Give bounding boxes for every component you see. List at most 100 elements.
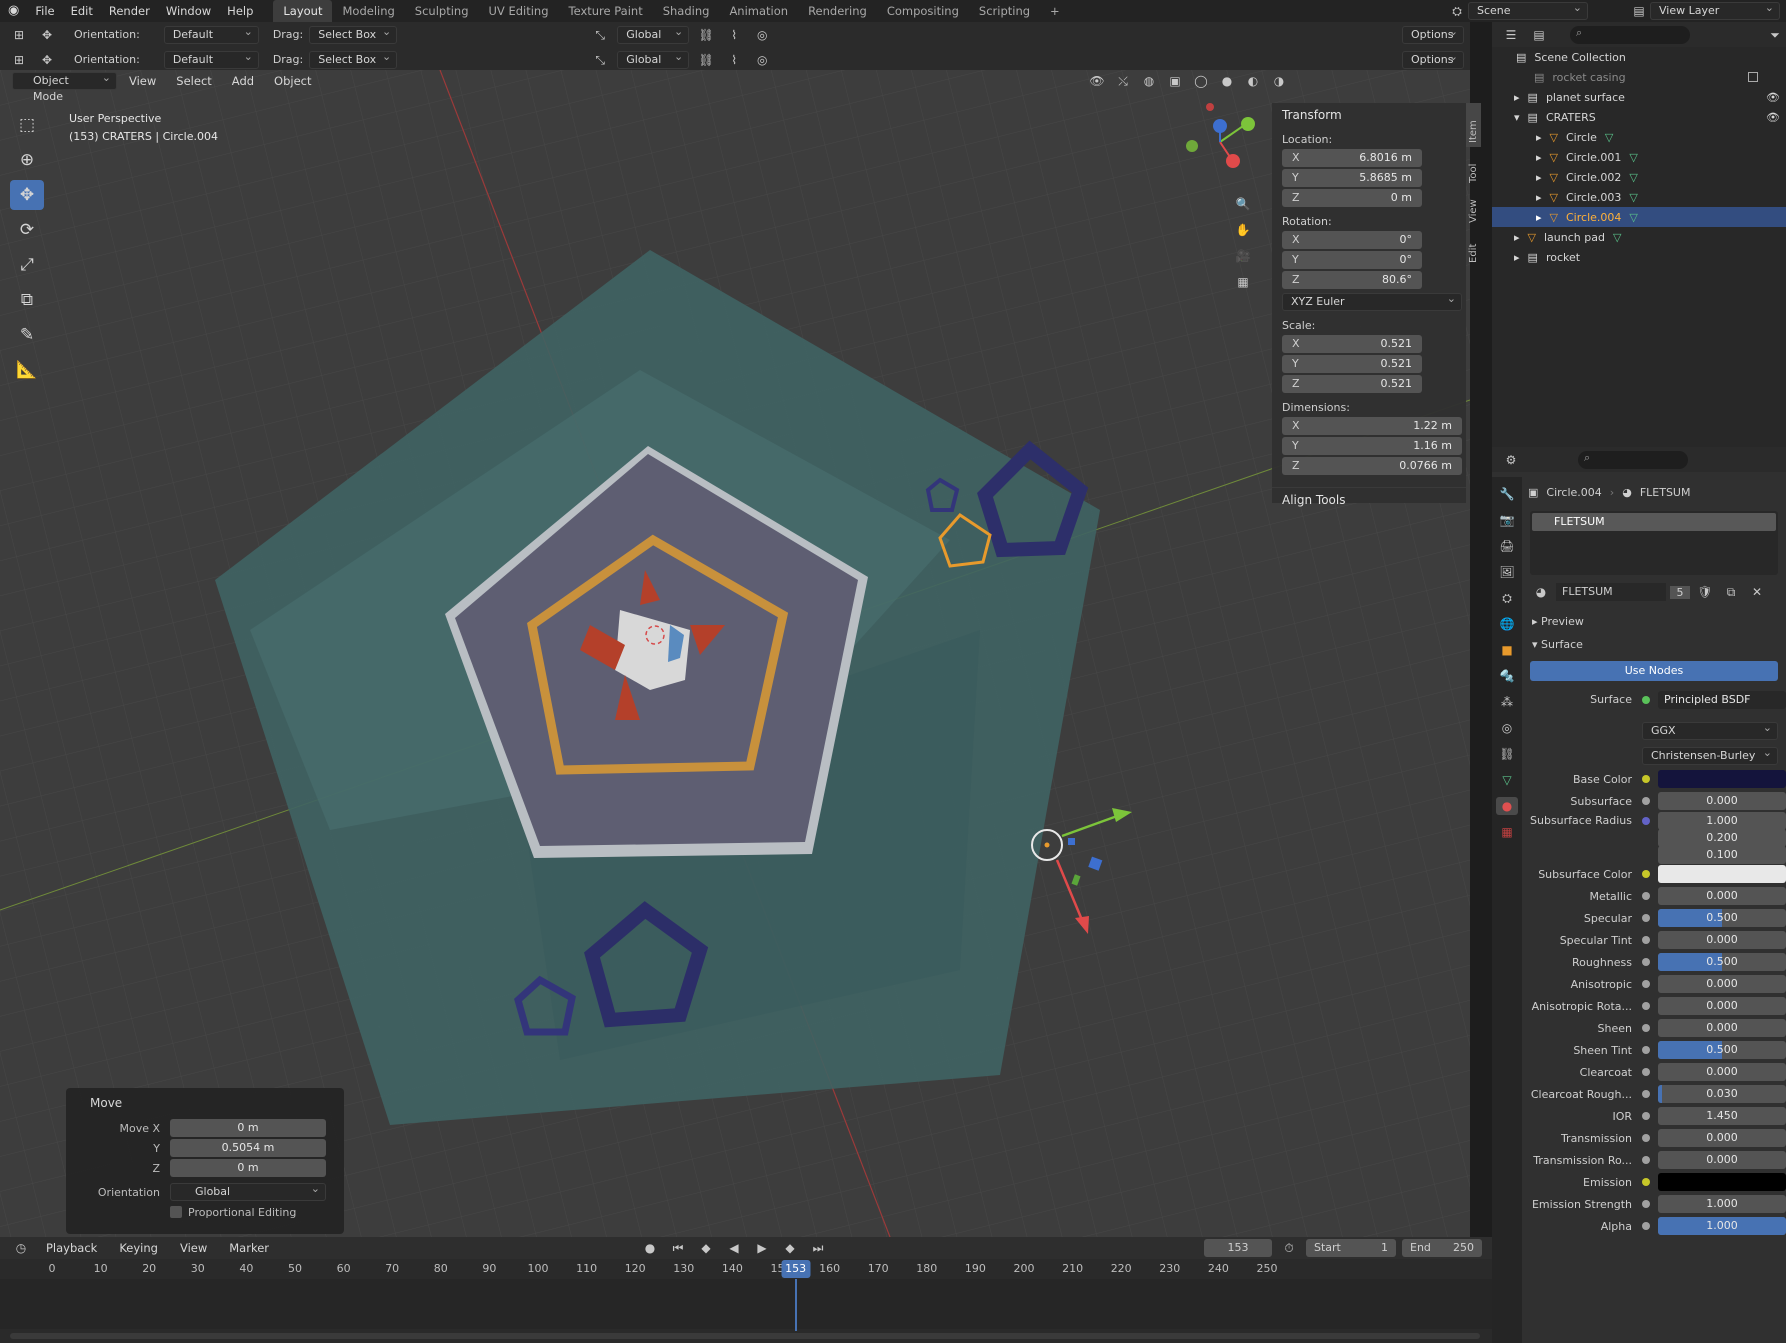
constraints-tab-icon[interactable]: ⛓ bbox=[1496, 745, 1518, 763]
move-orientation-dropdown[interactable]: Global bbox=[170, 1181, 326, 1201]
rotation-x-field[interactable]: X 0° bbox=[1282, 231, 1422, 249]
menu-playback[interactable]: Playback bbox=[38, 1237, 105, 1259]
socket-icon[interactable] bbox=[1642, 1024, 1650, 1032]
measure-icon[interactable]: 📐 bbox=[10, 355, 44, 385]
expand-arrow-icon[interactable]: ▸ bbox=[1536, 131, 1542, 144]
socket-icon[interactable] bbox=[1642, 1134, 1650, 1142]
socket-icon[interactable] bbox=[1642, 797, 1650, 805]
duplicate-material-icon[interactable]: ⧉ bbox=[1720, 583, 1742, 601]
prev-key-icon[interactable]: ◆ bbox=[695, 1239, 717, 1257]
move-panel-title[interactable]: Move bbox=[66, 1088, 344, 1118]
exclude-checkbox[interactable] bbox=[1748, 72, 1758, 82]
outliner-item-circle-001[interactable]: ▸ ▽ Circle.001 ▽ bbox=[1492, 147, 1786, 167]
tab-scripting[interactable]: Scripting bbox=[969, 0, 1040, 22]
tab-sculpting[interactable]: Sculpting bbox=[405, 0, 479, 22]
menu-keying[interactable]: Keying bbox=[111, 1237, 166, 1259]
object-tab-icon[interactable]: ■ bbox=[1496, 641, 1518, 659]
jump-start-icon[interactable]: ⏮ bbox=[667, 1239, 689, 1257]
particles-tab-icon[interactable]: ⁂ bbox=[1496, 693, 1518, 711]
socket-icon[interactable] bbox=[1642, 1090, 1650, 1098]
end-frame-field[interactable]: End 250 bbox=[1402, 1239, 1482, 1257]
drag-dropdown-2[interactable]: Select Box bbox=[309, 49, 398, 69]
bsdf-input-field[interactable]: 1.000 bbox=[1658, 1217, 1786, 1235]
pan-hand-icon[interactable]: ✋ bbox=[1232, 221, 1254, 239]
socket-icon[interactable] bbox=[1642, 1046, 1650, 1054]
grid-view-icon[interactable]: ▦ bbox=[1232, 273, 1254, 291]
preview-panel-header[interactable]: ▸ Preview bbox=[1522, 609, 1786, 634]
scene-icon[interactable]: ⛭ bbox=[1446, 2, 1468, 20]
dimensions-y-field[interactable]: Y 1.16 m bbox=[1282, 437, 1462, 455]
outliner-item-circle[interactable]: ▸ ▽ Circle ▽ bbox=[1492, 127, 1786, 147]
record-icon[interactable]: ● bbox=[639, 1239, 661, 1257]
drag-dropdown[interactable]: Select Box bbox=[309, 24, 398, 44]
3d-viewport[interactable]: User Perspective (153) CRATERS | Circle.… bbox=[0, 70, 1470, 1237]
socket-icon[interactable] bbox=[1642, 1156, 1650, 1164]
material-name-field[interactable]: FLETSUM bbox=[1556, 583, 1666, 601]
bsdf-input-field[interactable]: 0.000 bbox=[1658, 1063, 1786, 1081]
blender-logo-icon[interactable]: ◉ bbox=[0, 0, 27, 22]
bsdf-input-field[interactable]: 0.000 bbox=[1658, 1129, 1786, 1147]
menu-timeline-view[interactable]: View bbox=[172, 1237, 215, 1259]
proportional-editing-checkbox[interactable] bbox=[170, 1206, 182, 1218]
cursor-icon[interactable]: ⊕ bbox=[10, 145, 44, 175]
output-tab-icon[interactable]: 🖨 bbox=[1496, 537, 1518, 555]
outliner-item-rocket-casing[interactable]: ▤ rocket casing bbox=[1492, 67, 1786, 87]
menu-object[interactable]: Object bbox=[266, 70, 319, 92]
gizmo-toggle-icon[interactable]: ⤯ bbox=[1112, 72, 1134, 90]
proportional-icon-2[interactable]: ◎ bbox=[751, 51, 773, 69]
menu-file[interactable]: File bbox=[27, 0, 62, 22]
move-y-field[interactable]: 0.5054 m bbox=[170, 1139, 326, 1157]
tab-rendering[interactable]: Rendering bbox=[798, 0, 877, 22]
menu-select[interactable]: Select bbox=[168, 70, 219, 92]
sidebar-tab-tool[interactable]: Tool bbox=[1466, 147, 1481, 187]
socket-icon[interactable] bbox=[1642, 775, 1650, 783]
filter-icon[interactable]: ⏷ bbox=[1764, 26, 1786, 44]
bsdf-input-field[interactable] bbox=[1658, 770, 1786, 788]
tab-layout[interactable]: Layout bbox=[273, 0, 333, 22]
render-tab-icon[interactable]: 📷 bbox=[1496, 511, 1518, 529]
move-x-field[interactable]: 0 m bbox=[170, 1119, 326, 1137]
tab-modeling[interactable]: Modeling bbox=[332, 0, 404, 22]
rendered-shading-icon[interactable]: ◑ bbox=[1268, 72, 1290, 90]
fake-user-icon[interactable]: 🛡 bbox=[1694, 583, 1716, 601]
rotation-y-field[interactable]: Y 0° bbox=[1282, 251, 1422, 269]
play-reverse-icon[interactable]: ◀ bbox=[723, 1239, 745, 1257]
tab-texture-paint[interactable]: Texture Paint bbox=[559, 0, 653, 22]
sidebar-tab-edit[interactable]: Edit bbox=[1466, 227, 1481, 267]
visibility-icon[interactable]: 👁 bbox=[1086, 72, 1108, 90]
bsdf-input-field[interactable]: 0.000 bbox=[1658, 792, 1786, 810]
camera-icon[interactable]: 🎥 bbox=[1232, 247, 1254, 265]
editor-type-icon-2[interactable]: ⊞ bbox=[8, 51, 30, 69]
play-icon[interactable]: ▶ bbox=[751, 1239, 773, 1257]
data-tab-icon[interactable]: ▽ bbox=[1496, 771, 1518, 789]
menu-marker[interactable]: Marker bbox=[221, 1237, 277, 1259]
outliner-scene-collection[interactable]: ▤ Scene Collection bbox=[1492, 47, 1786, 67]
expand-arrow-icon[interactable]: ▸ bbox=[1514, 251, 1520, 264]
properties-search-input[interactable]: ⌕ bbox=[1578, 450, 1688, 469]
distribution-dropdown[interactable]: GGX bbox=[1642, 720, 1778, 740]
socket-icon[interactable] bbox=[1642, 892, 1650, 900]
dimensions-x-field[interactable]: X 1.22 m bbox=[1282, 417, 1462, 435]
transform-icon[interactable]: ⧉ bbox=[10, 285, 44, 315]
scene-selector[interactable]: Scene bbox=[1468, 0, 1588, 20]
unlink-material-icon[interactable]: ✕ bbox=[1746, 583, 1768, 601]
view-layer-tab-icon[interactable]: 🖼 bbox=[1496, 563, 1518, 581]
expand-arrow-icon[interactable]: ▸ bbox=[1514, 231, 1520, 244]
align-tools-panel[interactable]: Align Tools bbox=[1272, 487, 1466, 512]
surface-shader-field[interactable]: Principled BSDF bbox=[1658, 690, 1786, 709]
bsdf-input-field[interactable] bbox=[1658, 865, 1786, 883]
scale-z-field[interactable]: Z 0.521 bbox=[1282, 375, 1422, 393]
editor-type-icon[interactable]: ⊞ bbox=[8, 26, 30, 44]
bsdf-input-field[interactable]: 0.000 bbox=[1658, 931, 1786, 949]
bsdf-input-field[interactable]: 0.000 bbox=[1658, 1151, 1786, 1169]
socket-icon[interactable] bbox=[1642, 1002, 1650, 1010]
timeline-track-area[interactable] bbox=[0, 1279, 1492, 1329]
object-mode-dropdown[interactable]: Object Mode bbox=[12, 70, 117, 103]
expand-arrow-icon[interactable]: ▸ bbox=[1536, 171, 1542, 184]
current-frame-field[interactable]: 153 bbox=[1204, 1239, 1272, 1257]
view-layer-selector[interactable]: View Layer bbox=[1650, 0, 1780, 20]
bsdf-input-field[interactable]: 0.000 bbox=[1658, 997, 1786, 1015]
transform-orientation-dropdown-2[interactable]: Global bbox=[617, 49, 690, 69]
bsdf-input-field[interactable]: 0.500 bbox=[1658, 953, 1786, 971]
socket-icon[interactable] bbox=[1642, 1112, 1650, 1120]
